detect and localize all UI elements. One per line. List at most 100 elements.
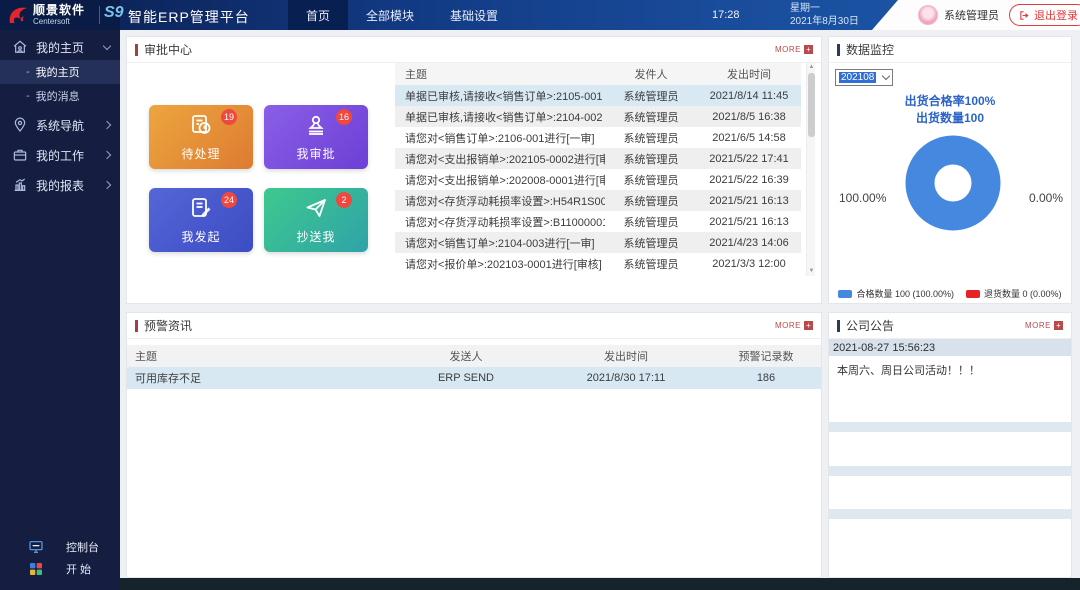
logout-button[interactable]: 退出登录: [1009, 4, 1080, 26]
top-nav-item[interactable]: 基础设置: [432, 0, 516, 30]
alerts-table: 主题发送人发出时间预警记录数可用库存不足ERP SEND2021/8/30 17…: [127, 345, 821, 389]
data-monitor-title: 数据监控: [846, 41, 1063, 58]
approval-table-header: 主题发件人发出时间: [395, 63, 801, 85]
approval-tile[interactable]: 我发起24: [149, 188, 253, 252]
user-avatar[interactable]: [918, 5, 938, 25]
legend-label: 合格数量 100 (100.00%): [856, 287, 954, 300]
app-title: 智能ERP管理平台: [128, 7, 250, 27]
count-badge: 2: [336, 192, 352, 208]
column-header: 发出时间: [697, 66, 801, 82]
approval-table-row[interactable]: 请您对<存货浮动耗损率设置>:H54R1S006002进行[审核]系统管理员20…: [395, 190, 801, 211]
count-cell: 186: [711, 372, 821, 384]
tile-label: 抄送我: [296, 228, 335, 245]
sub-item-label: 我的主页: [36, 64, 80, 80]
panel-accent-bar: [837, 44, 840, 56]
approval-more-button[interactable]: MORE +: [775, 45, 813, 54]
logo-en: Centersoft: [33, 18, 85, 26]
sidebar-sub-item[interactable]: -我的主页: [0, 60, 120, 84]
approval-table-row[interactable]: 单据已审核,请接收<销售订单>:2104-002系统管理员2021/8/5 16…: [395, 106, 801, 127]
home-icon: [12, 39, 28, 55]
empty-announcement-bar: [829, 422, 1071, 432]
approval-table-row[interactable]: 请您对<销售订单>:2106-001进行[一审]系统管理员2021/6/5 14…: [395, 127, 801, 148]
logo-cn: 顺景软件: [33, 4, 85, 16]
count-badge: 19: [221, 109, 237, 125]
sender-cell: 系统管理员: [605, 88, 697, 104]
nav-label: 首页: [306, 7, 330, 24]
top-nav-item[interactable]: 首页: [288, 0, 348, 30]
time-cell: 2021/8/14 11:45: [697, 90, 801, 102]
sidebar-group[interactable]: 我的报表: [0, 172, 120, 198]
count-badge: 24: [221, 192, 237, 208]
username: 系统管理员: [944, 7, 999, 23]
bottom-status-strip: [120, 578, 1080, 590]
sidebar-sub-item[interactable]: -我的消息: [0, 84, 120, 108]
sidebar-group[interactable]: 我的主页: [0, 34, 120, 60]
approval-table-row[interactable]: 请您对<报价单>:202103-0001进行[审核]系统管理员2021/3/3 …: [395, 253, 801, 274]
empty-announcement-bar: [829, 509, 1071, 519]
centersoft-swirl-icon: [6, 3, 30, 27]
footer-item-label: 开 始: [66, 561, 91, 577]
legend-item: 退货数量 0 (0.00%): [966, 287, 1062, 300]
time-cell: 2021/8/30 17:11: [541, 372, 711, 384]
time-cell: 2021/3/3 12:00: [697, 258, 801, 270]
chevron-right-icon: [103, 181, 111, 189]
donut-ring: [903, 133, 1003, 233]
logout-label: 退出登录: [1034, 7, 1078, 23]
top-nav-item[interactable]: 全部模块: [348, 0, 432, 30]
erp-dashboard: 顺景软件 Centersoft S9 智能ERP管理平台 首页全部模块基础设置 …: [0, 0, 1080, 590]
subject-cell: 单据已审核,请接收<销售订单>:2105-001: [395, 88, 605, 104]
time-cell: 2021/5/21 16:13: [697, 216, 801, 228]
sub-item-dash: -: [26, 66, 30, 78]
subject-cell: 可用库存不足: [127, 370, 391, 386]
sidebar-group-label: 系统导航: [36, 117, 104, 134]
time-cell: 2021/5/21 16:13: [697, 195, 801, 207]
ship-qty-text: 出货数量100: [829, 110, 1071, 127]
approval-tile[interactable]: 待处理 19: [149, 105, 253, 169]
start-icon: [28, 561, 44, 577]
sidebar-footer-item[interactable]: 控制台: [0, 536, 120, 558]
sender-cell: ERP SEND: [391, 372, 541, 384]
sidebar-group[interactable]: 系统导航: [0, 112, 120, 138]
announcement-date[interactable]: 2021-08-27 15:56:23: [829, 339, 1071, 356]
chevron-right-icon: [103, 151, 111, 159]
alerts-table-row[interactable]: 可用库存不足ERP SEND2021/8/30 17:11186: [127, 367, 821, 389]
subject-cell: 单据已审核,请接收<销售订单>:2104-002: [395, 109, 605, 125]
sidebar-group-label: 我的主页: [36, 39, 104, 56]
time-cell: 2021/5/22 16:39: [697, 174, 801, 186]
scroll-down-icon[interactable]: ▼: [808, 268, 815, 275]
scroll-up-icon[interactable]: ▲: [808, 64, 815, 71]
alerts-panel: 预警资讯 MORE + 主题发送人发出时间预警记录数可用库存不足ERP SEND…: [126, 312, 822, 578]
legend-swatch: [966, 290, 980, 298]
sidebar-group[interactable]: 我的工作: [0, 142, 120, 168]
approval-table-row[interactable]: 请您对<支出报销单>:202105-0002进行[审核]系统管理员2021/5/…: [395, 148, 801, 169]
approval-tile[interactable]: 抄送我 2: [264, 188, 368, 252]
approval-table-scrollbar[interactable]: ▲ ▼: [806, 63, 815, 276]
more-plus-icon: +: [1054, 321, 1063, 330]
approval-table-row[interactable]: 请您对<销售订单>:2104-003进行[一审]系统管理员2021/4/23 1…: [395, 232, 801, 253]
announcements-more-button[interactable]: MORE +: [1025, 321, 1063, 330]
s9-logo: S9: [104, 4, 124, 22]
sender-cell: 系统管理员: [605, 214, 697, 230]
sender-cell: 系统管理员: [605, 151, 697, 167]
stamp-icon: [304, 113, 328, 145]
approval-table-row[interactable]: 请您对<存货浮动耗损率设置>:B11000001进行[审核]系统管理员2021/…: [395, 211, 801, 232]
sidebar-footer-item[interactable]: 开 始: [0, 558, 120, 580]
alerts-title: 预警资讯: [144, 317, 775, 334]
sidebar-group-label: 我的报表: [36, 177, 104, 194]
announcements-panel: 公司公告 MORE + 2021-08-27 15:56:23本周六、周日公司活…: [828, 312, 1072, 578]
tile-label: 待处理: [181, 145, 220, 162]
user-zone: 系统管理员 退出登录: [872, 0, 1080, 30]
period-select[interactable]: 202108: [835, 69, 893, 86]
logo-divider: [99, 6, 100, 24]
subject-cell: 请您对<报价单>:202103-0001进行[审核]: [395, 256, 605, 272]
scrollbar-thumb[interactable]: [808, 73, 815, 137]
approval-tile[interactable]: 我审批16: [264, 105, 368, 169]
approval-table-row[interactable]: 请您对<支出报销单>:202008-0001进行[审核]系统管理员2021/5/…: [395, 169, 801, 190]
nav-label: 全部模块: [366, 7, 414, 24]
time-cell: 2021/4/23 14:06: [697, 237, 801, 249]
subject-cell: 请您对<支出报销单>:202008-0001进行[审核]: [395, 172, 605, 188]
column-header: 发送人: [391, 348, 541, 364]
alerts-more-button[interactable]: MORE +: [775, 321, 813, 330]
sender-cell: 系统管理员: [605, 172, 697, 188]
approval-table-row[interactable]: 单据已审核,请接收<销售订单>:2105-001系统管理员2021/8/14 1…: [395, 85, 801, 106]
